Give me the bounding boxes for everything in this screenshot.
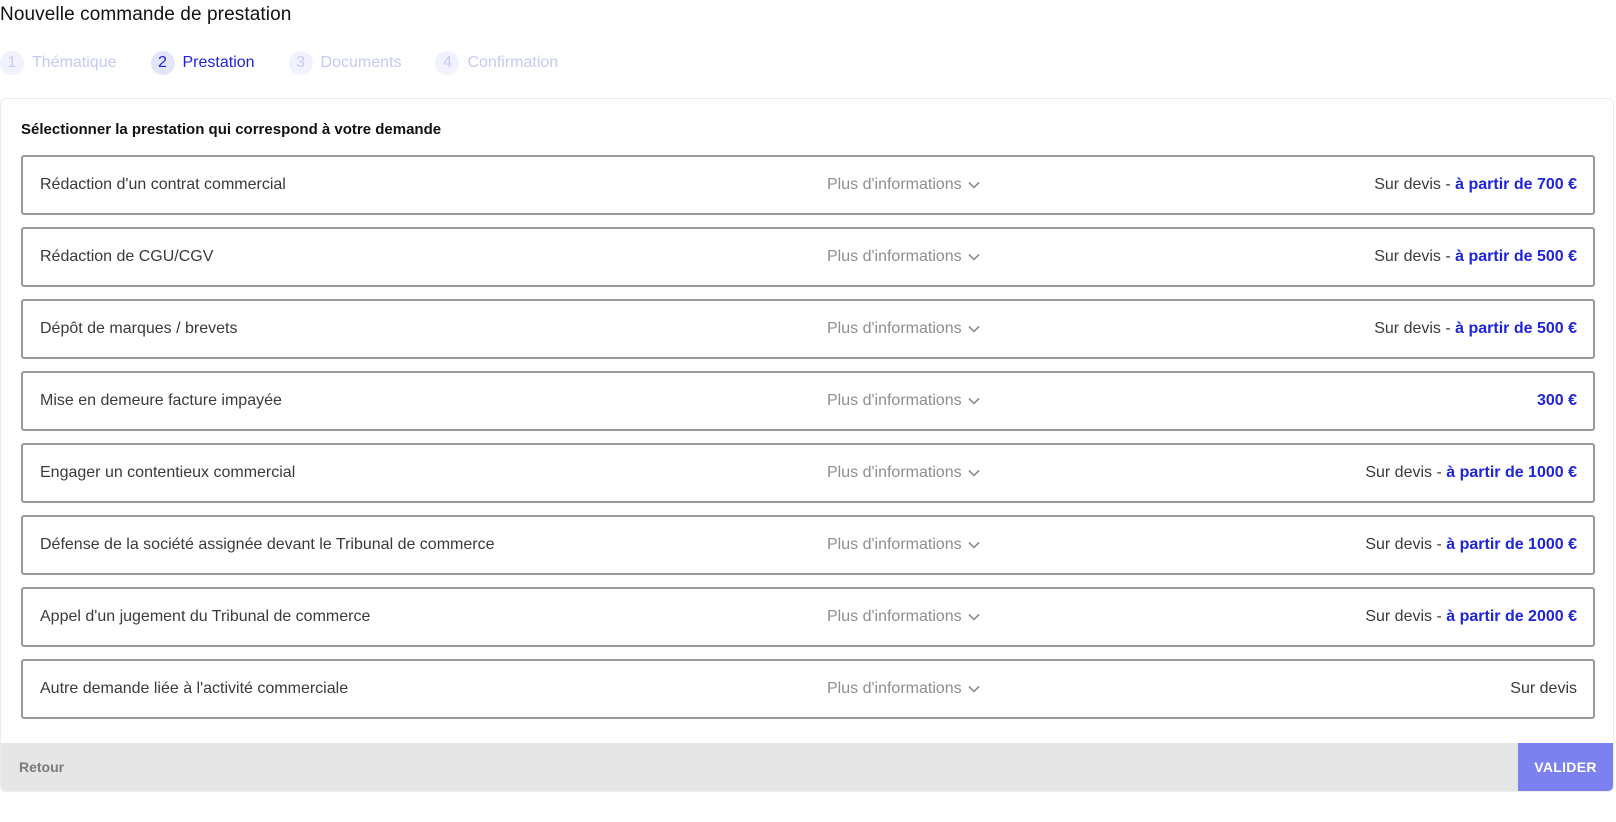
- more-info-toggle[interactable]: Plus d'informations: [827, 248, 980, 266]
- prestation-option[interactable]: Rédaction d'un contrat commercial Plus d…: [21, 155, 1595, 215]
- option-price: Sur devis - à partir de 700 €: [1374, 176, 1577, 194]
- step-documents[interactable]: 3 Documents: [288, 51, 402, 75]
- price-amount: à partir de 500 €: [1455, 248, 1577, 265]
- more-info-label: Plus d'informations: [827, 608, 962, 625]
- step-number: 2: [150, 51, 175, 75]
- validate-button[interactable]: VALIDER: [1518, 743, 1613, 791]
- price-prefix: Sur devis -: [1365, 536, 1447, 553]
- page-title: Nouvelle commande de prestation: [0, 4, 292, 25]
- chevron-down-icon: [968, 685, 980, 693]
- step-number: 3: [288, 51, 313, 75]
- chevron-down-icon: [968, 541, 980, 549]
- price-prefix: Sur devis -: [1374, 248, 1456, 265]
- option-name: Dépôt de marques / brevets: [40, 320, 238, 337]
- prestation-option[interactable]: Rédaction de CGU/CGV Plus d'informations…: [21, 227, 1595, 287]
- back-button[interactable]: Retour: [19, 743, 64, 791]
- option-price: Sur devis: [1510, 680, 1577, 698]
- option-price: Sur devis - à partir de 1000 €: [1365, 536, 1577, 554]
- price-amount: à partir de 1000 €: [1446, 464, 1577, 481]
- option-name: Appel d'un jugement du Tribunal de comme…: [40, 608, 371, 625]
- chevron-down-icon: [968, 469, 980, 477]
- more-info-toggle[interactable]: Plus d'informations: [827, 680, 980, 698]
- stepper: 1 Thématique 2 Prestation 3 Documents 4 …: [0, 50, 592, 76]
- price-amount: à partir de 500 €: [1455, 320, 1577, 337]
- prestation-list: Rédaction d'un contrat commercial Plus d…: [21, 155, 1595, 731]
- more-info-label: Plus d'informations: [827, 680, 962, 697]
- option-name: Autre demande liée à l'activité commerci…: [40, 680, 349, 697]
- chevron-down-icon: [968, 397, 980, 405]
- step-label: Thématique: [32, 54, 117, 71]
- more-info-toggle[interactable]: Plus d'informations: [827, 176, 980, 194]
- price-prefix: Sur devis -: [1374, 176, 1456, 193]
- more-info-label: Plus d'informations: [827, 464, 962, 481]
- prestation-option[interactable]: Mise en demeure facture impayée Plus d'i…: [21, 371, 1595, 431]
- section-title: Sélectionner la prestation qui correspon…: [21, 121, 442, 138]
- chevron-down-icon: [968, 181, 980, 189]
- option-price: Sur devis - à partir de 2000 €: [1365, 608, 1577, 626]
- chevron-down-icon: [968, 325, 980, 333]
- more-info-label: Plus d'informations: [827, 248, 962, 265]
- option-name: Rédaction de CGU/CGV: [40, 248, 214, 265]
- price-amount: 300 €: [1536, 392, 1577, 409]
- prestation-option[interactable]: Engager un contentieux commercial Plus d…: [21, 443, 1595, 503]
- price-prefix: Sur devis -: [1374, 320, 1456, 337]
- more-info-label: Plus d'informations: [827, 320, 962, 337]
- option-price: Sur devis - à partir de 1000 €: [1365, 464, 1577, 482]
- more-info-toggle[interactable]: Plus d'informations: [827, 392, 980, 410]
- option-price: Sur devis - à partir de 500 €: [1374, 320, 1577, 338]
- prestation-card: Sélectionner la prestation qui correspon…: [0, 98, 1614, 792]
- prestation-option[interactable]: Dépôt de marques / brevets Plus d'inform…: [21, 299, 1595, 359]
- more-info-label: Plus d'informations: [827, 392, 962, 409]
- price-prefix: Sur devis: [1510, 680, 1577, 697]
- option-name: Défense de la société assignée devant le…: [40, 536, 495, 553]
- more-info-toggle[interactable]: Plus d'informations: [827, 608, 980, 626]
- step-thematique[interactable]: 1 Thématique: [0, 51, 117, 75]
- prestation-option[interactable]: Appel d'un jugement du Tribunal de comme…: [21, 587, 1595, 647]
- option-name: Engager un contentieux commercial: [40, 464, 296, 481]
- prestation-option[interactable]: Autre demande liée à l'activité commerci…: [21, 659, 1595, 719]
- step-label: Prestation: [182, 54, 255, 71]
- more-info-toggle[interactable]: Plus d'informations: [827, 536, 980, 554]
- price-prefix: Sur devis -: [1365, 464, 1447, 481]
- more-info-label: Plus d'informations: [827, 176, 962, 193]
- option-name: Mise en demeure facture impayée: [40, 392, 282, 409]
- more-info-label: Plus d'informations: [827, 536, 962, 553]
- step-confirmation[interactable]: 4 Confirmation: [435, 51, 558, 75]
- more-info-toggle[interactable]: Plus d'informations: [827, 464, 980, 482]
- price-amount: à partir de 700 €: [1455, 176, 1577, 193]
- more-info-toggle[interactable]: Plus d'informations: [827, 320, 980, 338]
- chevron-down-icon: [968, 253, 980, 261]
- card-footer: Retour VALIDER: [1, 743, 1613, 791]
- price-prefix: Sur devis -: [1365, 608, 1447, 625]
- step-label: Documents: [320, 54, 402, 71]
- option-name: Rédaction d'un contrat commercial: [40, 176, 286, 193]
- price-amount: à partir de 1000 €: [1446, 536, 1577, 553]
- price-amount: à partir de 2000 €: [1446, 608, 1577, 625]
- step-prestation[interactable]: 2 Prestation: [150, 51, 255, 75]
- step-number: 1: [0, 51, 24, 75]
- chevron-down-icon: [968, 613, 980, 621]
- prestation-option[interactable]: Défense de la société assignée devant le…: [21, 515, 1595, 575]
- option-price: Sur devis - à partir de 500 €: [1374, 248, 1577, 266]
- step-number: 4: [435, 51, 460, 75]
- step-label: Confirmation: [467, 54, 559, 71]
- option-price: 300 €: [1537, 392, 1577, 410]
